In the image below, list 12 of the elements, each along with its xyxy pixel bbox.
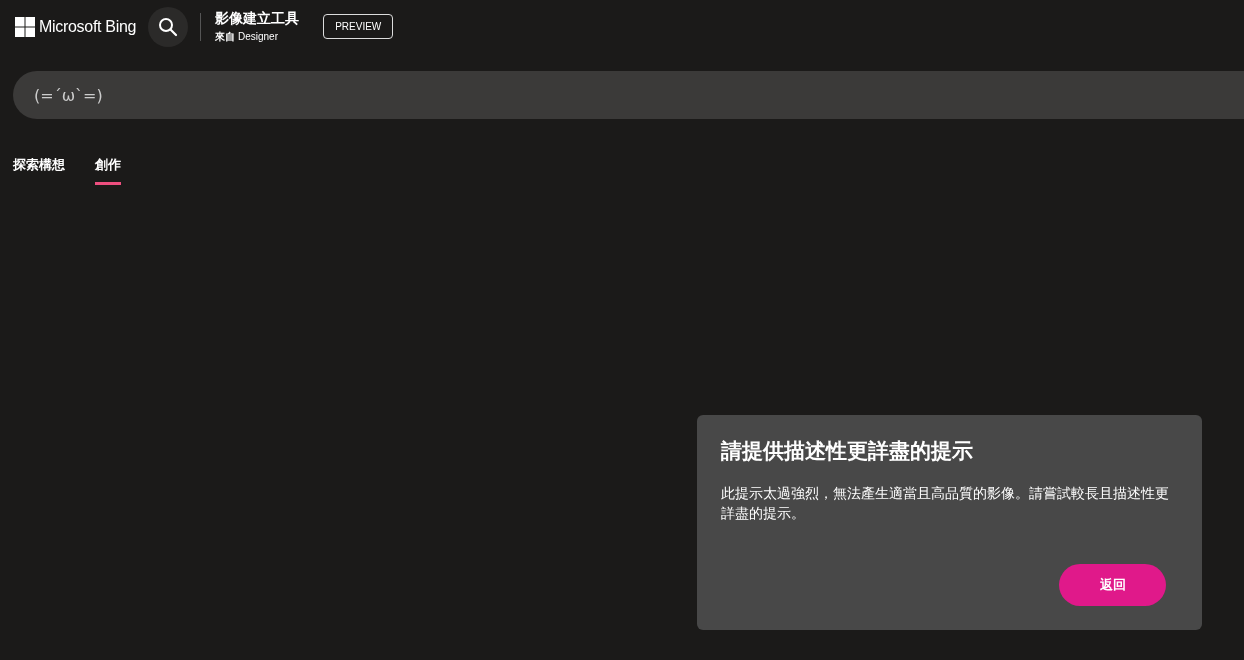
search-icon [158, 16, 179, 37]
preview-badge: PREVIEW [323, 14, 394, 39]
dialog-title: 請提供描述性更詳盡的提示 [721, 438, 974, 465]
tab[interactable]: 創作 [95, 156, 121, 185]
tab[interactable]: 探索構想 [13, 156, 65, 185]
brand-name[interactable]: Microsoft Bing [39, 17, 137, 36]
dialog-message: 此提示太過強烈，無法產生適當且高品質的影像。請嘗試較長且描述性更詳盡的提示。 [721, 484, 1170, 523]
app-title: 影像建立工具 [215, 9, 300, 28]
app-subtitle: 來自 Designer [215, 29, 279, 44]
back-button[interactable]: 返回 [1059, 564, 1166, 606]
prompt-field[interactable]: (=´ω`=) [13, 71, 1244, 119]
windows-logo-icon [15, 16, 35, 37]
